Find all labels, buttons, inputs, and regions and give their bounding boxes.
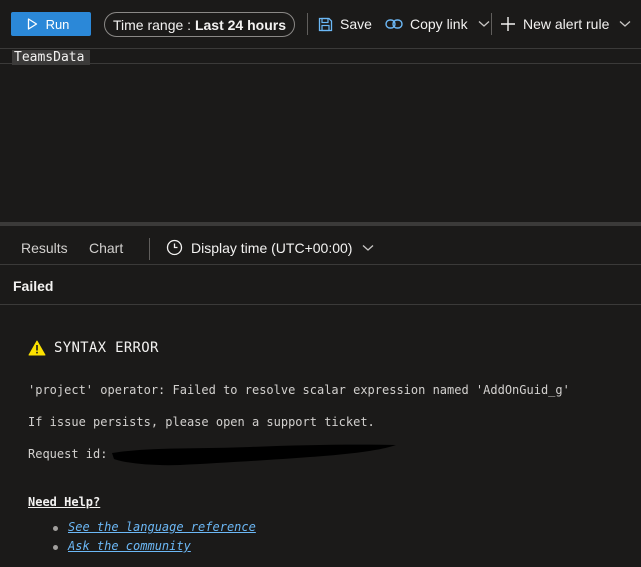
copy-link-button[interactable]: Copy link [385,14,490,34]
toolbar-divider [491,13,492,35]
run-button-label: Run [45,16,70,32]
display-time-dropdown[interactable]: Display time (UTC+00:00) [166,239,374,256]
query-text[interactable]: TeamsData [12,50,91,65]
ask-community-link[interactable]: Ask the community [68,539,191,553]
bullet [53,545,58,550]
help-links: See the language reference Ask the commu… [52,520,256,558]
error-message: 'project' operator: Failed to resolve sc… [28,383,570,397]
chevron-down-icon [619,21,631,27]
time-range-value: Last 24 hours [194,16,286,33]
results-tab-bar: Results Chart Display time (UTC+00:00) [0,234,641,264]
new-alert-rule-label: New alert rule [523,16,610,32]
copy-link-label: Copy link [410,16,468,32]
log-analytics-query-window: Run Time range : Last 24 hours Save Copy… [0,0,641,567]
time-range-prefix: Time range : [113,16,195,33]
tab-divider [149,238,150,260]
query-status: Failed [13,278,54,294]
support-message: If issue persists, please open a support… [28,415,375,429]
new-alert-rule-button[interactable]: New alert rule [500,14,631,34]
request-id-label: Request id: [28,447,108,461]
divider [0,264,641,265]
chevron-down-icon [363,244,374,251]
warning-icon [28,340,46,356]
save-button[interactable]: Save [318,14,372,34]
list-item: See the language reference [52,520,256,539]
redaction-mark [112,444,396,466]
bullet [53,526,58,531]
list-item: Ask the community [52,539,256,558]
divider [0,304,641,305]
chevron-down-icon [478,21,490,27]
time-range-button[interactable]: Time range : Last 24 hours [104,12,295,37]
link-icon [385,19,403,29]
error-title-text: SYNTAX ERROR [54,340,159,356]
error-title: SYNTAX ERROR [28,340,159,356]
save-icon [318,17,333,31]
editor-current-line: TeamsData [0,48,641,65]
tab-chart[interactable]: Chart [89,240,123,256]
tab-results[interactable]: Results [21,240,68,256]
language-reference-link[interactable]: See the language reference [68,520,256,534]
display-time-label: Display time (UTC+00:00) [191,239,353,256]
toolbar-divider [307,13,308,35]
run-button[interactable]: Run [11,12,91,36]
play-icon [27,18,37,30]
pane-splitter[interactable] [0,222,641,226]
clock-icon [166,239,183,256]
query-editor[interactable]: TeamsData [0,48,641,223]
save-label: Save [340,16,372,32]
toolbar: Run Time range : Last 24 hours Save Copy… [0,0,641,48]
need-help-heading: Need Help? [28,495,101,509]
plus-icon [501,17,515,31]
